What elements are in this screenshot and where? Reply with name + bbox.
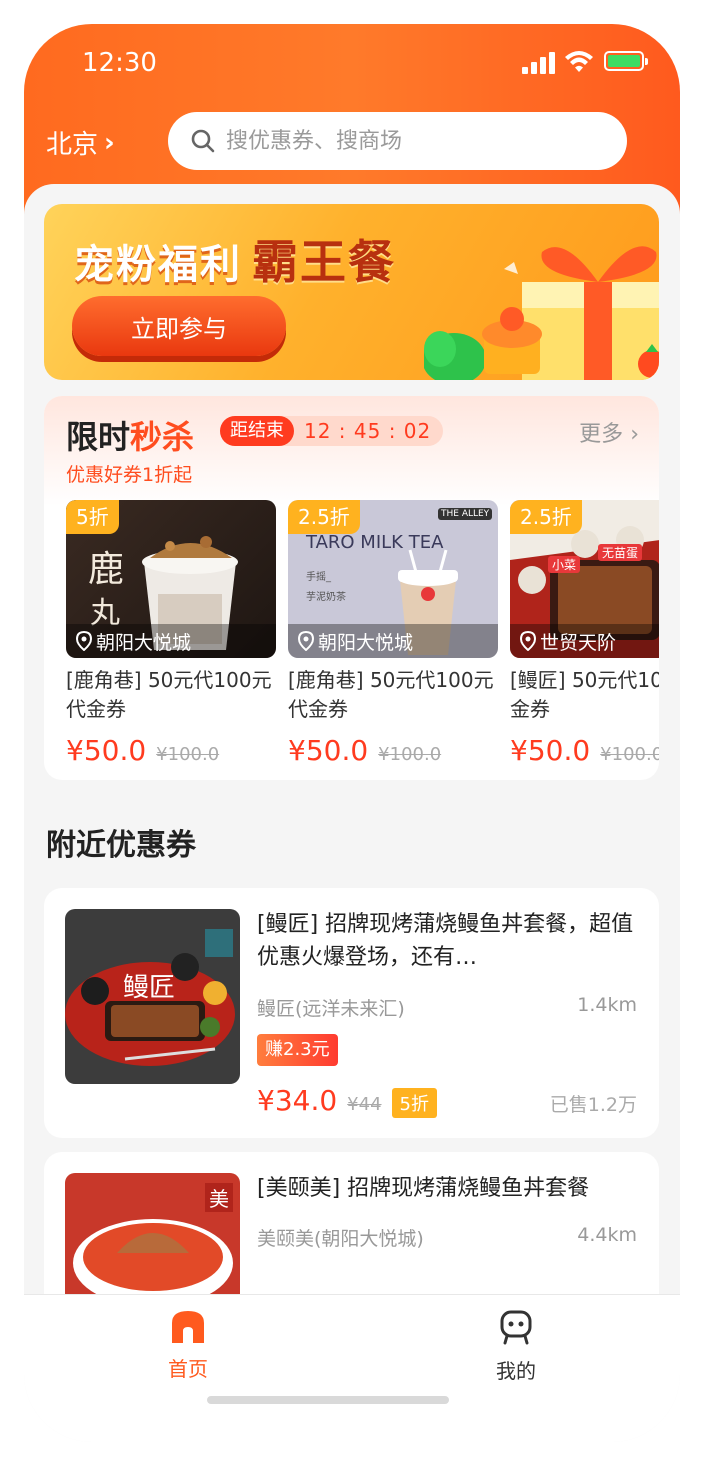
nearby-section-title: 附近优惠券	[46, 828, 196, 863]
deal-price: ¥50.0 ¥100.0	[288, 734, 441, 767]
flash-sale-more-link[interactable]: 更多 ›	[579, 416, 639, 448]
flash-sale-title-part2: 秒杀	[130, 418, 195, 456]
location-pin-icon	[520, 631, 536, 651]
flash-sale-item[interactable]: 鹿 丸 5折 朝阳大悦城 [鹿角巷] 50元代100元代金券 ¥50.0 ¥10…	[66, 500, 276, 770]
coupon-title: [鳗匠] 招牌现烤蒲烧鳗鱼丼套餐，超值优惠火爆登场，还有…	[257, 912, 634, 970]
deal-location: 世贸天阶	[510, 624, 659, 658]
chevron-right-icon: ›	[104, 127, 115, 158]
coupon-distance: 1.4km	[577, 994, 637, 1016]
deal-price: ¥50.0 ¥100.0	[66, 734, 219, 767]
deal-location-text: 世贸天阶	[540, 631, 617, 654]
earn-badge: 赚2.3元	[257, 1034, 338, 1066]
countdown-tag: 距结束 12 : 45 : 02	[220, 416, 444, 446]
location-pin-icon	[298, 631, 314, 651]
banner-title-part2: 霸王餐	[252, 235, 396, 289]
deal-location-text: 朝阳大悦城	[96, 631, 192, 654]
coupon-shop: 美颐美(朝阳大悦城)	[257, 1228, 424, 1250]
tab-mine-label: 我的	[496, 1359, 536, 1383]
gift-box-illustration	[424, 246, 659, 380]
banner-title: 宠粉福利 霸王餐	[74, 226, 396, 292]
deal-location: 朝阳大悦城	[288, 624, 498, 658]
coupon-image-text: 鳗匠	[123, 973, 176, 1003]
coupon-discount-badge: 5折	[391, 1088, 437, 1118]
coupon-image: 鳗匠	[65, 909, 240, 1084]
status-bar: 12:30	[24, 24, 680, 104]
coupon-image-text: 美	[205, 1183, 233, 1212]
tab-mine[interactable]: 我的	[466, 1309, 566, 1384]
wifi-icon	[565, 51, 593, 72]
deal-location: 朝阳大悦城	[66, 624, 276, 658]
discount-badge: 5折	[66, 500, 119, 534]
city-name: 北京	[46, 130, 99, 160]
deal-price-now: ¥50.0	[510, 734, 591, 767]
deal-location-text: 朝阳大悦城	[318, 631, 414, 654]
coupon-price-now: ¥34.0	[257, 1084, 338, 1117]
coupon-shop: 鳗匠(远洋未来汇)	[257, 998, 405, 1020]
flash-sale-item[interactable]: 手摇_ 芋泥奶茶 TARO MILK TEA THE ALLEY 2.5折 朝阳…	[288, 500, 498, 770]
status-time: 12:30	[82, 48, 157, 78]
flash-sale-card: 限时秒杀 距结束 12 : 45 : 02 更多 › 优惠好券1折起 鹿 丸 5…	[44, 396, 659, 780]
flash-sale-title: 限时秒杀	[66, 412, 194, 458]
flash-sale-title-part1: 限时	[66, 418, 131, 456]
coupon-card[interactable]: 美 [美颐美] 招牌现烤蒲烧鳗鱼丼套餐 美颐美(朝阳大悦城) 4.4km	[44, 1152, 659, 1294]
tab-home-label: 首页	[168, 1357, 208, 1381]
deal-name: [鳗匠] 50元代100元代金券	[510, 668, 659, 721]
promo-banner[interactable]: 宠粉福利 霸王餐 立即参与	[44, 204, 659, 380]
battery-icon	[604, 51, 648, 71]
countdown-label: 距结束	[220, 416, 294, 446]
flash-sale-item[interactable]: 小菜 无苗蛋 2.5折 世贸天阶 [鳗匠] 50元代100元代金券 ¥50.0 …	[510, 500, 659, 770]
deal-name: [鹿角巷] 50元代100元代金券	[66, 668, 272, 721]
city-selector[interactable]: 北京 ›	[46, 124, 115, 161]
robot-profile-icon	[500, 1310, 532, 1345]
coupon-price-original: ¥44	[347, 1094, 382, 1115]
deal-price-now: ¥50.0	[288, 734, 369, 767]
join-now-button[interactable]: 立即参与	[72, 296, 286, 356]
coupon-price: ¥34.0 ¥44 5折	[257, 1084, 437, 1118]
phone-frame: 12:30 北京 › 宠粉福利	[24, 24, 680, 1442]
deal-name: [鹿角巷] 50元代100元代金券	[288, 668, 494, 721]
deal-image: 小菜 无苗蛋 2.5折 世贸天阶	[510, 500, 659, 658]
deal-price-original: ¥100.0	[156, 744, 220, 765]
home-indicator	[207, 1396, 449, 1404]
location-pin-icon	[76, 631, 92, 651]
coupon-title: [美颐美] 招牌现烤蒲烧鳗鱼丼套餐	[257, 1176, 590, 1201]
deal-image: 手摇_ 芋泥奶茶 TARO MILK TEA THE ALLEY 2.5折 朝阳…	[288, 500, 498, 658]
coupon-sold-count: 已售1.2万	[549, 1094, 637, 1116]
flash-sale-list: 鹿 丸 5折 朝阳大悦城 [鹿角巷] 50元代100元代金券 ¥50.0 ¥10…	[66, 500, 659, 770]
signal-icon	[522, 52, 556, 74]
search-bar[interactable]	[168, 112, 627, 170]
banner-title-part1: 宠粉福利	[74, 242, 242, 288]
main-content: 宠粉福利 霸王餐 立即参与 限时秒杀 距结束 12: 45: 02 更多 ›…	[24, 184, 680, 1294]
coupon-card[interactable]: 鳗匠 [鳗匠] 招牌现烤蒲烧鳗鱼丼套餐，超值优惠火爆登场，还有… 鳗匠(远洋未来…	[44, 888, 659, 1138]
svg-text:芋泥奶茶: 芋泥奶茶	[306, 590, 346, 603]
flash-sale-subtitle: 优惠好券1折起	[66, 464, 193, 486]
tab-home[interactable]: 首页	[138, 1309, 238, 1382]
deal-price-now: ¥50.0	[66, 734, 147, 767]
more-label: 更多	[579, 422, 624, 447]
deal-image-text-2: 无苗蛋	[598, 544, 643, 561]
deal-price-original: ¥100.0	[378, 744, 442, 765]
bottom-tab-bar: 首页 我的	[24, 1294, 680, 1442]
discount-badge: 2.5折	[288, 500, 360, 534]
search-input[interactable]	[226, 128, 606, 154]
chevron-right-icon: ›	[630, 422, 639, 447]
deal-price-original: ¥100.0	[600, 744, 659, 765]
deal-image-text-1: 鹿	[88, 549, 125, 590]
deal-image: 鹿 丸 5折 朝阳大悦城	[66, 500, 276, 658]
discount-badge: 2.5折	[510, 500, 582, 534]
countdown-time: 12 : 45 : 02	[304, 419, 432, 443]
deal-image-text-1: TARO MILK TEA	[306, 532, 444, 553]
coupon-image: 美	[65, 1173, 240, 1294]
svg-text:手摇_: 手摇_	[306, 570, 332, 583]
coupon-distance: 4.4km	[577, 1224, 637, 1246]
deal-price: ¥50.0 ¥100.0	[510, 734, 659, 767]
search-icon	[191, 129, 215, 153]
deal-image-text-1: 小菜	[548, 556, 581, 573]
deal-image-text-2: THE ALLEY	[438, 508, 493, 520]
home-icon	[172, 1311, 204, 1343]
